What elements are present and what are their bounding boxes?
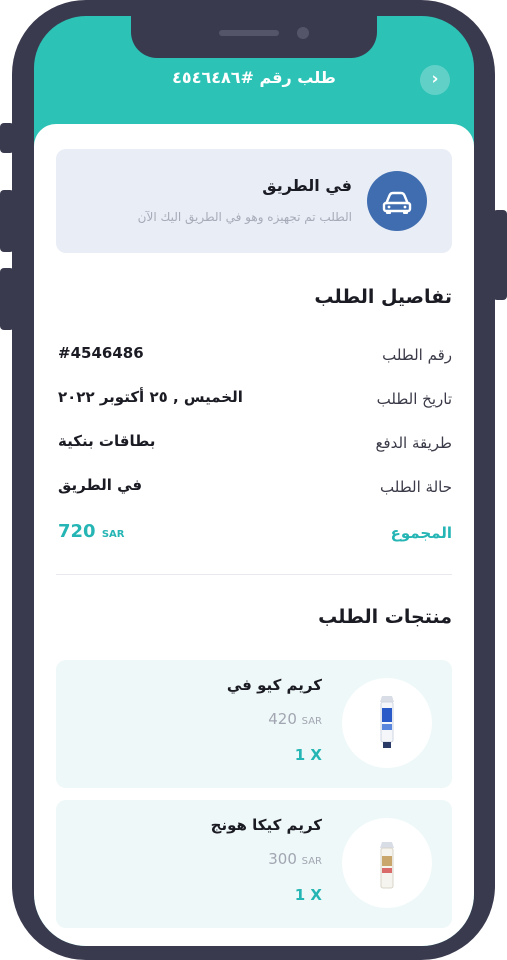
volume-down-button xyxy=(0,268,14,330)
product-price-amount: 420 xyxy=(268,710,297,728)
order-status-label: حالة الطلب xyxy=(380,478,452,496)
product-card[interactable]: كريم كيو في 420 SAR 1 X xyxy=(56,660,452,788)
order-date-value: الخميس , ٢٥ أكتوبر ٢٠٢٢ xyxy=(58,388,243,406)
total-amount: 720 xyxy=(58,521,96,542)
page-title: طلب رقم #٤٥٤٦٤٨٦ xyxy=(172,68,336,87)
product-price: 300 SAR xyxy=(268,850,322,868)
payment-method-value: بطاقات بنكية xyxy=(58,432,156,450)
back-button[interactable]: › xyxy=(420,65,450,95)
product-name: كريم كيو في xyxy=(226,676,322,694)
details-section-title: تفاصيل الطلب xyxy=(314,286,452,308)
total-currency: SAR xyxy=(101,529,125,540)
products-section-title: منتجات الطلب xyxy=(318,606,452,628)
total-label: المجموع xyxy=(390,524,452,542)
product-image xyxy=(342,678,432,768)
phone-frame: طلب رقم #٤٥٤٦٤٨٦ › في الطريق الطلب تم تج… xyxy=(0,0,507,960)
order-number-value: #4546486 xyxy=(58,344,144,362)
notch xyxy=(131,16,377,58)
mute-switch xyxy=(0,123,14,153)
volume-up-button xyxy=(0,190,14,252)
status-title: في الطريق xyxy=(262,176,352,195)
product-price: 420 SAR xyxy=(268,710,322,728)
chevron-right-icon: › xyxy=(431,69,439,89)
product-image xyxy=(342,818,432,908)
power-button xyxy=(493,210,507,300)
order-content: في الطريق الطلب تم تجهيزه وهو في الطريق … xyxy=(34,124,474,946)
product-quantity: 1 X xyxy=(294,886,322,904)
car-icon xyxy=(367,171,427,231)
order-number-label: رقم الطلب xyxy=(382,346,452,364)
front-camera xyxy=(297,27,309,39)
product-price-currency: SAR xyxy=(301,856,322,867)
status-subtitle: الطلب تم تجهيزه وهو في الطريق اليك الآن xyxy=(137,210,352,224)
screen: طلب رقم #٤٥٤٦٤٨٦ › في الطريق الطلب تم تج… xyxy=(34,16,474,946)
payment-method-label: طريقة الدفع xyxy=(375,434,452,452)
product-price-amount: 300 xyxy=(268,850,297,868)
order-status-value: في الطريق xyxy=(58,476,143,494)
total-value: 720 SAR xyxy=(58,521,125,542)
product-card[interactable]: كريم كيكا هونج 300 SAR 1 X xyxy=(56,800,452,928)
product-quantity: 1 X xyxy=(294,746,322,764)
divider xyxy=(56,574,452,575)
product-price-currency: SAR xyxy=(301,716,322,727)
speaker xyxy=(219,30,279,36)
order-date-label: تاريخ الطلب xyxy=(376,390,452,408)
product-name: كريم كيكا هونج xyxy=(210,816,322,834)
order-status-card: في الطريق الطلب تم تجهيزه وهو في الطريق … xyxy=(56,149,452,253)
